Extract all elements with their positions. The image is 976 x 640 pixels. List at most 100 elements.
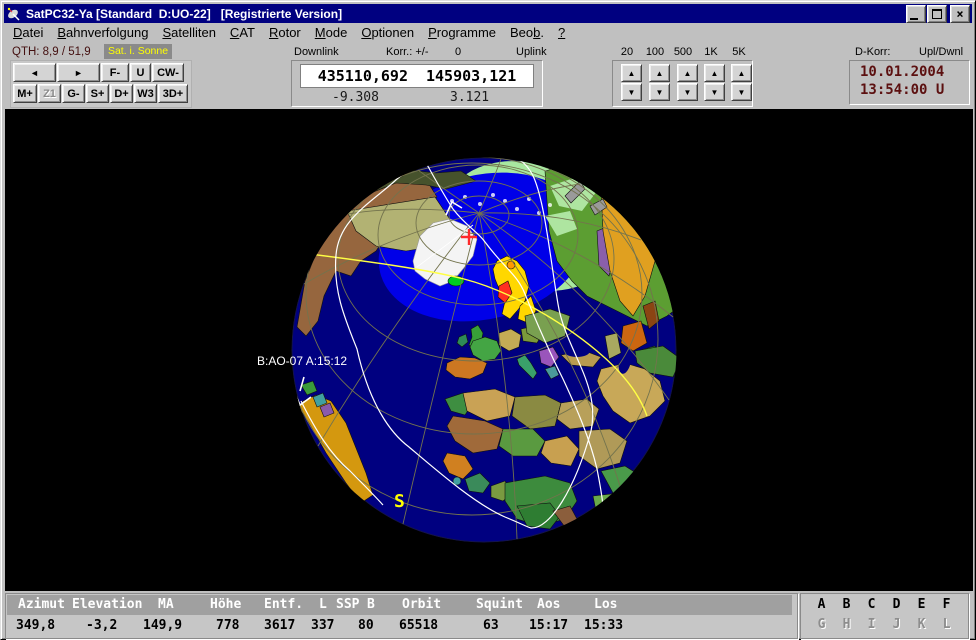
group-letter-e[interactable]: E	[909, 597, 934, 612]
status-header-squint: Squint	[476, 597, 523, 612]
minimize-icon	[910, 18, 918, 20]
satellite-dish-icon	[6, 6, 22, 22]
spin-up-button-100[interactable]: ▲	[649, 64, 670, 82]
group-letter-k-disabled: K	[909, 617, 934, 632]
title-bar: SatPC32-Ya [Standard D:UO-22] [Registrie…	[4, 4, 972, 23]
triangle-up-icon: ▲	[738, 69, 746, 78]
menu-item-bahnverfolgung[interactable]: Bahnverfolgung	[50, 24, 155, 41]
button-z1: Z1	[38, 84, 61, 103]
step-label-20: 20	[613, 46, 641, 58]
maximize-button[interactable]	[927, 5, 947, 23]
button-u[interactable]: U	[130, 63, 151, 82]
spin-up-button-500[interactable]: ▲	[677, 64, 698, 82]
spin-up-button-20[interactable]: ▲	[621, 64, 642, 82]
button-s+[interactable]: S+	[86, 84, 109, 103]
group-letters-panel: ABCDEF GHIJKL	[800, 593, 969, 639]
spin-down-button-1k[interactable]: ▼	[704, 83, 725, 101]
downlink-drift: -9.308	[332, 90, 379, 105]
arrow-left-button[interactable]: ◄	[13, 63, 56, 82]
frequency-spinner-panel: ▲ ▼ ▲ ▼ ▲ ▼ ▲ ▼ ▲ ▼	[612, 60, 753, 107]
triangle-up-icon: ▲	[711, 69, 719, 78]
status-value-ssp: 80	[358, 618, 374, 633]
status-value-ma: 149,9	[143, 618, 182, 633]
sat-in-sun-badge: Sat. i. Sonne	[104, 44, 172, 59]
group-letter-l-disabled: L	[934, 617, 959, 632]
status-value-azimut: 349,8	[16, 618, 55, 633]
uplink-frequency: 145903,121	[426, 67, 516, 85]
status-header-ma: MA	[158, 597, 174, 612]
korr-value: 0	[455, 46, 461, 58]
button-g-[interactable]: G-	[62, 84, 85, 103]
triangle-up-icon: ▲	[656, 69, 664, 78]
close-button[interactable]: ×	[950, 5, 970, 23]
triangle-down-icon: ▼	[711, 88, 719, 97]
qth-coordinates: QTH: 8,9 / 51,9	[12, 46, 91, 58]
status-value-squint: 63	[483, 618, 499, 633]
spin-down-button-20[interactable]: ▼	[621, 83, 642, 101]
frequency-display: 435110,692 145903,121	[300, 64, 534, 88]
group-letter-a[interactable]: A	[809, 597, 834, 612]
menu-item-mode[interactable]: Mode	[308, 24, 355, 41]
status-value-orbit: 65518	[399, 618, 438, 633]
date-display: 10.01.2004	[860, 64, 944, 80]
button-3d+[interactable]: 3D+	[158, 84, 188, 103]
triangle-down-icon: ▼	[656, 88, 664, 97]
menu-item-programme[interactable]: Programme	[421, 24, 503, 41]
menu-item-datei[interactable]: Datei	[6, 24, 50, 41]
status-header-orbit: Orbit	[402, 597, 441, 612]
frequency-panel: 435110,692 145903,121 -9.308 3.121	[291, 60, 543, 107]
menu-item-beob[interactable]: Beob.	[503, 24, 551, 41]
status-header-b: B	[367, 597, 375, 612]
button-cw-[interactable]: CW-	[152, 63, 184, 82]
group-letter-f[interactable]: F	[934, 597, 959, 612]
close-icon: ×	[956, 9, 963, 19]
minimize-button[interactable]	[906, 5, 926, 23]
status-bar: Azimut349,8Elevation-3,2MA149,9Höhe778En…	[5, 593, 973, 638]
menu-item-?[interactable]: ?	[551, 24, 572, 41]
button-d+[interactable]: D+	[110, 84, 133, 103]
spin-up-button-5k[interactable]: ▲	[731, 64, 752, 82]
group-letter-i-disabled: I	[859, 617, 884, 632]
group-letter-b[interactable]: B	[834, 597, 859, 612]
step-label-5k: 5K	[725, 46, 753, 58]
downlink-label: Downlink	[294, 46, 339, 58]
step-label-1k: 1K	[697, 46, 725, 58]
arrow-left-icon: ◄	[30, 68, 39, 78]
spin-up-button-1k[interactable]: ▲	[704, 64, 725, 82]
status-value-entf: 3617	[264, 618, 295, 633]
status-value-hhe: 778	[216, 618, 239, 633]
button-w3[interactable]: W3	[134, 84, 157, 103]
window-title: SatPC32-Ya [Standard D:UO-22] [Registrie…	[26, 7, 905, 21]
status-header-hhe: Höhe	[210, 597, 241, 612]
tracking-data-panel: Azimut349,8Elevation-3,2MA149,9Höhe778En…	[5, 593, 798, 639]
status-header-l: L	[319, 597, 327, 612]
downlink-frequency: 435110,692	[318, 67, 408, 85]
group-letter-c[interactable]: C	[859, 597, 884, 612]
button-m+[interactable]: M+	[13, 84, 37, 103]
group-letter-d[interactable]: D	[884, 597, 909, 612]
button-f-[interactable]: F-	[101, 63, 129, 82]
menu-item-cat[interactable]: CAT	[223, 24, 262, 41]
arrow-right-button[interactable]: ►	[57, 63, 100, 82]
spin-down-button-500[interactable]: ▼	[677, 83, 698, 101]
uplink-label: Uplink	[516, 46, 547, 58]
spin-down-button-5k[interactable]: ▼	[731, 83, 752, 101]
status-header-los: Los	[594, 597, 617, 612]
status-header-ssp: SSP	[336, 597, 359, 612]
menu-item-optionen[interactable]: Optionen	[354, 24, 421, 41]
globe-area: B:AO-07 A:15:12 S	[5, 109, 973, 591]
triangle-down-icon: ▼	[684, 88, 692, 97]
arrow-right-icon: ►	[74, 68, 83, 78]
triangle-up-icon: ▲	[628, 69, 636, 78]
dkorr-label: D-Korr:	[855, 46, 890, 58]
menu-item-satelliten[interactable]: Satelliten	[155, 24, 222, 41]
satellite-label: B:AO-07 A:15:12	[257, 354, 347, 368]
step-label-100: 100	[641, 46, 669, 58]
datetime-panel: 10.01.2004 13:54:00 U	[849, 60, 970, 105]
uplink-drift: 3.121	[450, 90, 489, 105]
menu-item-rotor[interactable]: Rotor	[262, 24, 308, 41]
status-header-aos: Aos	[537, 597, 560, 612]
spin-down-button-100[interactable]: ▼	[649, 83, 670, 101]
group-letter-j-disabled: J	[884, 617, 909, 632]
dkorr-mode: Upl/Dwnl	[919, 46, 963, 58]
